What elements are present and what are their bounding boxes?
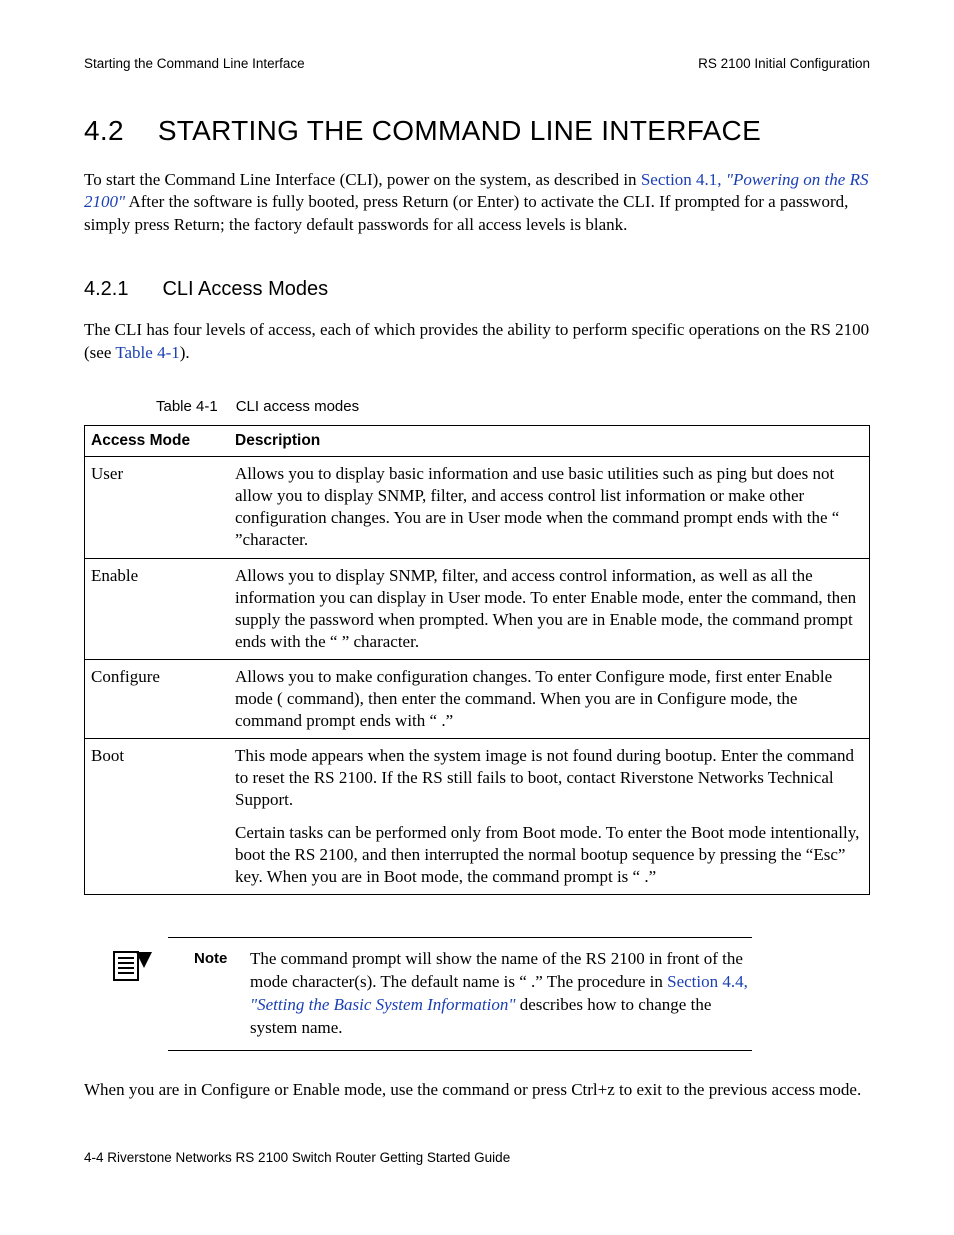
desc-cell: Allows you to make configuration changes… xyxy=(229,659,870,738)
table-row: Configure Allows you to make configurati… xyxy=(85,659,870,738)
note-block: Note The command prompt will show the na… xyxy=(112,937,752,1051)
mode-cell: User xyxy=(85,457,230,558)
table-row: User Allows you to display basic informa… xyxy=(85,457,870,558)
cli-access-modes-table: Access Mode Description User Allows you … xyxy=(84,425,870,895)
desc-cell: This mode appears when the system image … xyxy=(229,739,870,818)
table-number: Table 4-1 xyxy=(156,398,218,415)
xref-setting-basic-info[interactable]: "Setting the Basic System Information" xyxy=(250,995,515,1014)
running-header: Starting the Command Line Interface RS 2… xyxy=(84,56,870,71)
note-rule-bottom xyxy=(168,1050,752,1051)
xref-section-4-4[interactable]: Section 4.4, xyxy=(667,972,748,991)
subsection-number: 4.2.1 xyxy=(84,278,128,301)
mode-cell: Enable xyxy=(85,558,230,659)
subsection-heading: CLI Access Modes xyxy=(162,278,328,300)
subsection-title: 4.2.1 CLI Access Modes xyxy=(84,278,870,301)
header-right: RS 2100 Initial Configuration xyxy=(698,56,870,71)
note-text: The command prompt will show the name of… xyxy=(250,948,752,1040)
page-footer: 4-4 Riverstone Networks RS 2100 Switch R… xyxy=(84,1150,510,1165)
table-row: Enable Allows you to display SNMP, filte… xyxy=(85,558,870,659)
mode-cell: Configure xyxy=(85,659,230,738)
section-number: 4.2 xyxy=(84,115,124,147)
col-description: Description xyxy=(229,426,870,457)
table-row: Certain tasks can be performed only from… xyxy=(85,818,870,895)
note-icon xyxy=(112,950,152,989)
xref-table-4-1[interactable]: Table 4-1 xyxy=(115,343,179,362)
col-access-mode: Access Mode xyxy=(85,426,230,457)
table-row: Boot This mode appears when the system i… xyxy=(85,739,870,818)
table-caption: Table 4-1 CLI access modes xyxy=(156,398,870,415)
header-left: Starting the Command Line Interface xyxy=(84,56,305,71)
note-label: Note xyxy=(194,948,250,967)
tail-paragraph: When you are in Configure or Enable mode… xyxy=(84,1079,870,1101)
xref-section-4-1[interactable]: Section 4.1, xyxy=(641,170,726,189)
desc-cell: Certain tasks can be performed only from… xyxy=(229,818,870,895)
intro-paragraph: To start the Command Line Interface (CLI… xyxy=(84,169,870,236)
desc-cell: Allows you to display SNMP, filter, and … xyxy=(229,558,870,659)
mode-cell: Boot xyxy=(85,739,230,818)
subsection-intro: The CLI has four levels of access, each … xyxy=(84,319,870,364)
table-title: CLI access modes xyxy=(236,398,359,415)
section-title: 4.2 STARTING THE COMMAND LINE INTERFACE xyxy=(84,115,870,147)
desc-cell: Allows you to display basic information … xyxy=(229,457,870,558)
section-heading: STARTING THE COMMAND LINE INTERFACE xyxy=(158,115,761,146)
